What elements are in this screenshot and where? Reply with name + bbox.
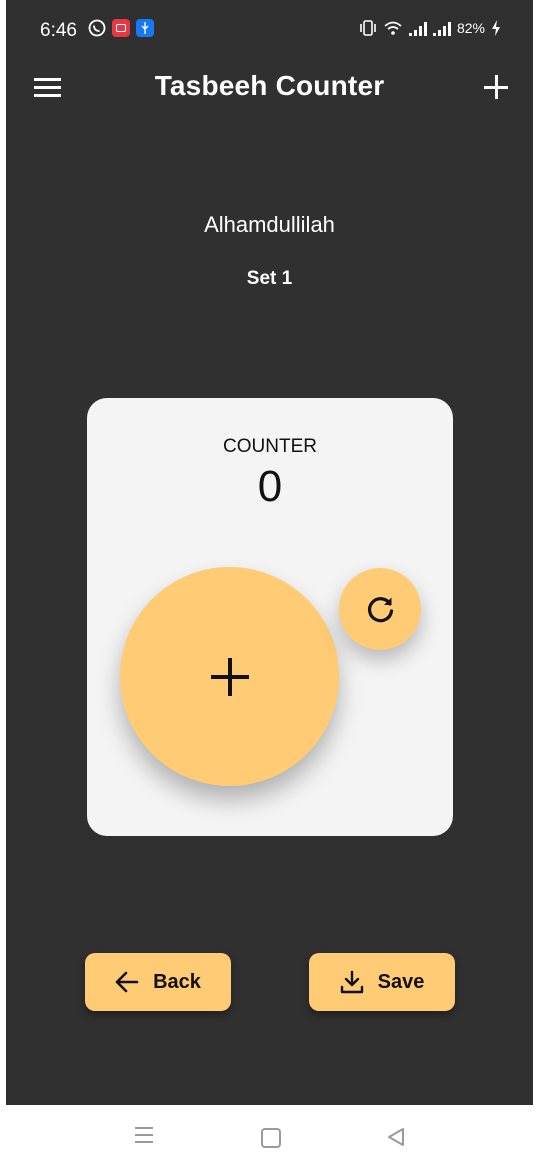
counter-card: COUNTER 0 xyxy=(87,398,453,836)
screen-recorder-icon xyxy=(112,19,130,37)
recents-icon[interactable] xyxy=(135,1127,153,1143)
wifi-icon xyxy=(384,21,402,35)
usb-icon xyxy=(136,19,154,37)
back-triangle-icon[interactable] xyxy=(386,1127,406,1147)
counter-value: 0 xyxy=(257,462,283,511)
charging-icon xyxy=(492,20,500,36)
system-nav-bar xyxy=(0,1105,540,1170)
dhikr-name: Alhamdullilah xyxy=(204,212,335,237)
reset-button[interactable] xyxy=(339,568,421,650)
set-label: Set 1 xyxy=(246,268,293,289)
vibrate-icon xyxy=(360,20,376,36)
increment-button[interactable] xyxy=(120,567,339,786)
refresh-icon xyxy=(368,597,394,623)
system-status-icons: 82% xyxy=(359,20,501,36)
back-button-label: Back xyxy=(153,970,201,993)
status-bar: 6:46 82% xyxy=(6,14,533,50)
whatsapp-icon xyxy=(88,19,106,37)
status-time: 6:46 xyxy=(40,20,77,41)
battery-percentage: 82% xyxy=(456,20,485,36)
save-button-label: Save xyxy=(377,970,425,993)
home-icon[interactable] xyxy=(261,1128,281,1148)
signal-icon-1 xyxy=(408,20,427,36)
add-icon[interactable] xyxy=(483,74,509,100)
notification-icons xyxy=(88,19,154,37)
counter-label: COUNTER xyxy=(223,436,317,457)
app-screen: 6:46 82% Tasbeeh Counter Alhamdullilah S… xyxy=(6,0,533,1105)
save-button[interactable]: Save xyxy=(309,953,455,1011)
app-bar: Tasbeeh Counter xyxy=(6,56,533,120)
plus-icon xyxy=(211,658,249,696)
download-icon xyxy=(340,970,363,994)
back-button[interactable]: Back xyxy=(85,953,231,1011)
arrow-left-icon xyxy=(115,971,139,993)
signal-icon-2 xyxy=(432,20,451,36)
page-title: Tasbeeh Counter xyxy=(154,70,385,101)
